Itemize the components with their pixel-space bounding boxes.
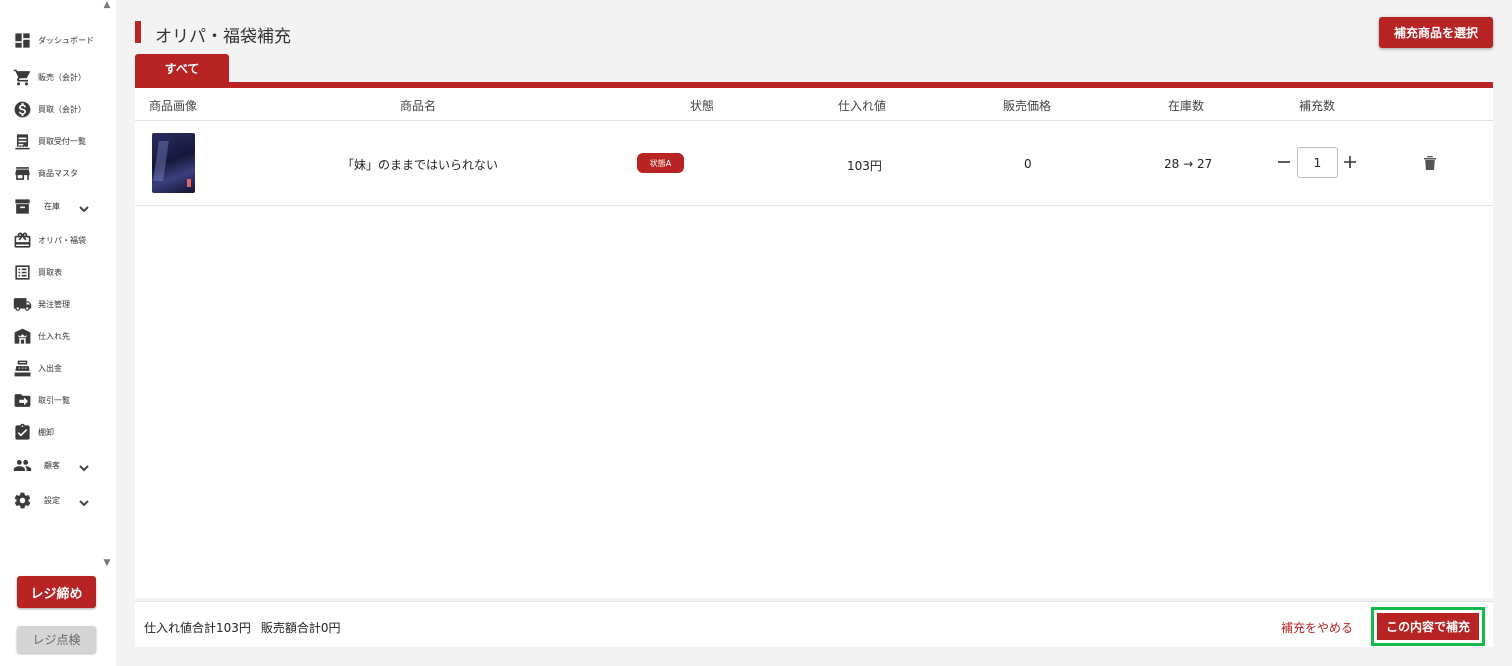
sidebar-item-label: オリパ・福袋 <box>38 235 86 245</box>
delete-icon[interactable] <box>1423 155 1437 171</box>
sidebar-item-orders[interactable]: 発注管理 <box>0 290 100 318</box>
truck-icon <box>13 295 32 314</box>
dashboard-icon <box>13 31 32 50</box>
cash-register-icon <box>13 359 32 378</box>
sidebar-item-label: 取引一覧 <box>38 395 70 405</box>
sidebar-item-label: 仕入れ先 <box>38 331 70 341</box>
increment-button[interactable] <box>1343 154 1357 168</box>
price-value: 0 <box>1024 157 1032 171</box>
list-icon <box>13 263 32 282</box>
sidebar-item-sales[interactable]: 販売（会計） <box>0 63 100 91</box>
clipboard-check-icon <box>13 423 32 442</box>
sidebar-scroll-up-arrow[interactable]: ▲ <box>101 0 113 10</box>
receipt-icon <box>13 132 32 151</box>
gift-icon <box>13 231 32 250</box>
sidebar-item-label: 発注管理 <box>38 299 70 309</box>
condition-badge: 状態A <box>637 153 684 173</box>
sales-total: 販売額合計0円 <box>260 621 341 635</box>
decrement-button[interactable] <box>1277 154 1291 168</box>
column-header-cost: 仕入れ値 <box>838 99 887 113</box>
sidebar-item-purchase-requests[interactable]: 買取受付一覧 <box>0 127 100 155</box>
summary-footer: 仕入れ値合計103円 販売額合計0円 補充をやめる この内容で補充 <box>135 601 1493 647</box>
title-accent-bar <box>135 21 141 43</box>
close-register-button[interactable]: レジ締め <box>17 576 96 608</box>
cost-value: 103円 <box>847 159 882 173</box>
cart-icon <box>13 68 32 87</box>
product-table: 商品画像 商品名 状態 仕入れ値 販売価格 在庫数 補充数 「妹」のままではいら… <box>135 88 1493 598</box>
sidebar: ▲ ダッシュボード 販売（会計） 買取（会計） 買取受付一覧 商品マスタ 在庫 … <box>0 0 116 666</box>
gear-icon <box>13 491 32 510</box>
store-icon <box>13 164 32 183</box>
transfer-icon <box>13 391 32 410</box>
confirm-restock-button[interactable]: この内容で補充 <box>1377 613 1479 640</box>
sidebar-item-settings[interactable]: 設定 <box>0 486 100 514</box>
table-header: 商品画像 商品名 状態 仕入れ値 販売価格 在庫数 補充数 <box>135 88 1493 121</box>
tab-all[interactable]: すべて <box>135 54 229 83</box>
archive-icon <box>13 197 32 216</box>
sidebar-item-label: 商品マスタ <box>38 168 78 178</box>
product-image <box>152 133 195 193</box>
totals-text: 仕入れ値合計103円 販売額合計0円 <box>144 619 341 636</box>
sidebar-item-label: ダッシュボード <box>38 35 94 45</box>
cost-total: 仕入れ値合計103円 <box>144 621 251 635</box>
sidebar-item-dashboard[interactable]: ダッシュボード <box>0 26 100 54</box>
product-name: 「妹」のままではいられない <box>342 158 499 172</box>
sidebar-item-customers[interactable]: 顧客 <box>0 451 100 479</box>
cancel-restock-button[interactable]: 補充をやめる <box>1281 619 1353 636</box>
page-title: オリパ・福袋補充 <box>155 27 291 47</box>
sidebar-scroll-down-arrow[interactable]: ▼ <box>101 558 113 568</box>
column-header-name: 商品名 <box>400 99 437 113</box>
sidebar-item-label: 買取表 <box>38 267 62 277</box>
sidebar-item-label: 買取受付一覧 <box>38 136 86 146</box>
people-icon <box>13 456 32 475</box>
column-header-image: 商品画像 <box>149 99 198 113</box>
sidebar-item-label: 棚卸 <box>38 427 54 437</box>
select-products-button[interactable]: 補充商品を選択 <box>1379 17 1493 48</box>
column-header-price: 販売価格 <box>1003 99 1052 113</box>
sidebar-item-label: 入出金 <box>38 363 62 373</box>
check-register-button[interactable]: レジ点検 <box>17 626 96 653</box>
sidebar-item-oripa[interactable]: オリパ・福袋 <box>0 226 100 254</box>
sidebar-item-stocktaking[interactable]: 棚卸 <box>0 418 100 446</box>
chevron-down-icon <box>78 494 90 507</box>
column-header-condition: 状態 <box>690 99 715 113</box>
chevron-down-icon <box>78 459 90 472</box>
sidebar-item-inventory[interactable]: 在庫 <box>0 192 100 220</box>
sidebar-item-product-master[interactable]: 商品マスタ <box>0 159 100 187</box>
sidebar-item-purchase-list[interactable]: 買取表 <box>0 258 100 286</box>
sidebar-item-label: 買取（会計） <box>38 104 86 114</box>
stock-value: 28 → 27 <box>1164 157 1213 171</box>
dollar-icon <box>13 100 32 119</box>
confirm-highlight: この内容で補充 <box>1371 607 1485 646</box>
sidebar-item-label: 顧客 <box>44 460 60 470</box>
sidebar-item-label: 設定 <box>44 495 60 505</box>
sidebar-item-cash[interactable]: 入出金 <box>0 354 100 382</box>
sidebar-item-label: 在庫 <box>44 201 60 211</box>
sidebar-item-purchase[interactable]: 買取（会計） <box>0 95 100 123</box>
column-header-quantity: 補充数 <box>1299 99 1336 113</box>
column-header-stock: 在庫数 <box>1168 99 1205 113</box>
warehouse-icon <box>13 327 32 346</box>
table-row: 「妹」のままではいられない 状態A 103円 0 28 → 27 <box>135 121 1493 206</box>
sidebar-item-suppliers[interactable]: 仕入れ先 <box>0 322 100 350</box>
sidebar-item-label: 販売（会計） <box>38 72 86 82</box>
quantity-input[interactable] <box>1297 147 1338 178</box>
chevron-down-icon <box>78 200 90 213</box>
sidebar-item-transactions[interactable]: 取引一覧 <box>0 386 100 414</box>
